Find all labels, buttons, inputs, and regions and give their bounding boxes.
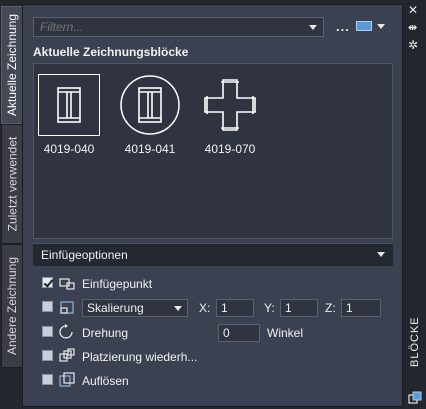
scale-mode-value: Skalierung (87, 301, 144, 315)
collapse-icon[interactable]: ⇹ (408, 21, 417, 34)
rotation-label: Drehung (82, 326, 129, 340)
filter-input[interactable] (34, 18, 316, 36)
scale-y-input[interactable] (280, 299, 318, 317)
repeat-placement-icon (58, 348, 76, 364)
tab-recently-used[interactable]: Zuletzt verwendet (1, 124, 24, 244)
tab-other-drawing-label: Andere Zeichnung (5, 256, 20, 356)
insertion-point-icon (58, 275, 76, 291)
scale-x-label: X: (199, 301, 211, 315)
cross-icon (199, 74, 261, 136)
scale-z-label: Z: (325, 301, 336, 315)
scale-mode-arrow-icon (174, 306, 182, 311)
filter-field[interactable] (33, 17, 324, 37)
rotate-icon (58, 324, 76, 340)
repeat-placement-row: Platzierung wiederh... (42, 348, 372, 366)
collapse-chevron-icon[interactable] (377, 252, 385, 257)
section-title: Aktuelle Zeichnungsblöcke (33, 45, 189, 59)
block-item[interactable]: 4019-040 (36, 74, 102, 156)
blocks-palette: Aktuelle Zeichnung Zuletzt verwendet And… (0, 0, 426, 409)
block-item[interactable]: 4019-041 (117, 74, 183, 156)
repeat-placement-checkbox[interactable] (42, 350, 53, 361)
explode-label: Auflösen (82, 374, 129, 388)
insertion-point-checkbox[interactable] (42, 277, 53, 288)
scale-mode-select[interactable]: Skalierung (82, 299, 188, 317)
scale-checkbox[interactable] (42, 301, 53, 312)
view-dropdown-arrow-icon[interactable] (377, 24, 385, 29)
scale-icon (58, 299, 76, 315)
explode-row: Auflösen (42, 372, 372, 390)
block-label: 4019-040 (43, 142, 95, 156)
insertion-point-label: Einfügepunkt (82, 277, 153, 291)
explode-checkbox[interactable] (42, 374, 53, 385)
thumbnail-view-icon[interactable] (356, 21, 372, 31)
scale-x-input[interactable] (216, 299, 254, 317)
explode-icon (58, 372, 76, 388)
gear-icon[interactable]: ✲ (408, 38, 418, 52)
block-label: 4019-070 (204, 142, 256, 156)
i-beam-icon (38, 74, 100, 136)
tab-recently-used-label: Zuletzt verwendet (5, 136, 20, 232)
scale-row: Skalierung X: Y: Z: (42, 299, 387, 317)
filter-dropdown-arrow-icon[interactable] (309, 25, 317, 30)
repeat-placement-label: Platzierung wiederh... (82, 350, 198, 364)
insertion-point-row: Einfügepunkt (42, 275, 372, 293)
rotation-angle-input[interactable] (218, 324, 260, 342)
palette-blocks-icon (408, 391, 422, 408)
tab-other-drawing[interactable]: Andere Zeichnung (1, 244, 24, 368)
block-item[interactable]: 4019-070 (197, 74, 263, 156)
insert-options-header[interactable]: Einfügeoptionen (33, 243, 393, 266)
tab-current-drawing[interactable]: Aktuelle Zeichnung (1, 6, 24, 124)
blocks-gallery: 4019-040 4019-041 4019-070 (33, 63, 393, 239)
block-label: 4019-041 (124, 142, 176, 156)
scale-z-input[interactable] (341, 299, 381, 317)
i-beam-circle-icon (119, 74, 181, 136)
scale-y-label: Y: (264, 301, 275, 315)
palette-title: BLÖCKE (409, 316, 421, 367)
tab-current-drawing-label: Aktuelle Zeichnung (5, 13, 20, 117)
insert-options-title: Einfügeoptionen (41, 248, 128, 262)
rotation-checkbox[interactable] (42, 326, 53, 337)
rotation-unit-label: Winkel (267, 326, 304, 340)
close-icon[interactable]: ✕ (408, 3, 418, 17)
main-panel: ... Aktuelle Zeichnungsblöcke 4019-040 (22, 4, 403, 407)
more-options-button[interactable]: ... (336, 19, 350, 34)
rotation-row: Drehung Winkel (42, 324, 372, 342)
